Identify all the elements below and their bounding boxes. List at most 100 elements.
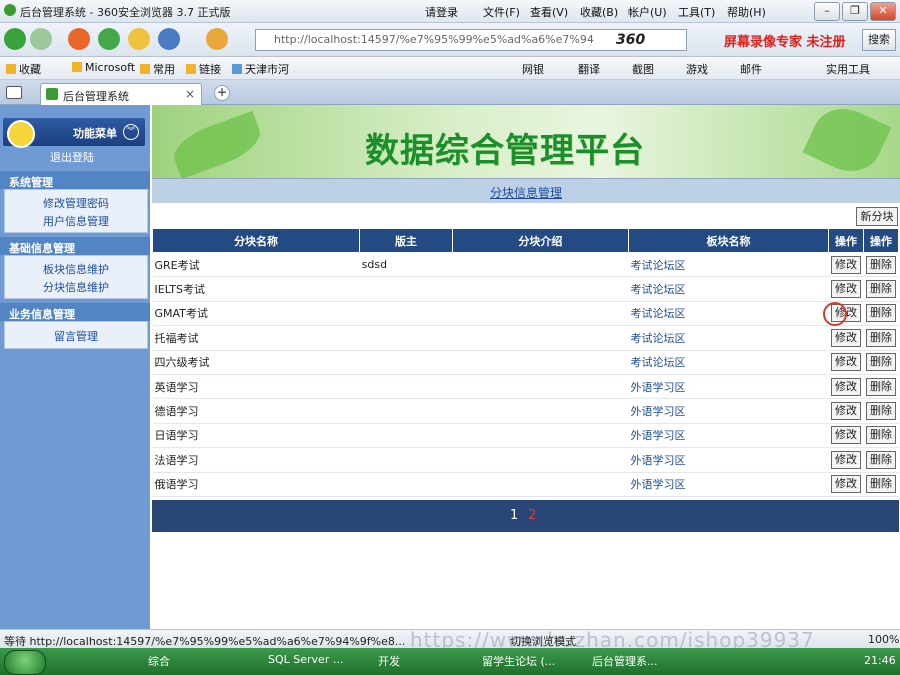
- sidebar: 功能菜单 ︾ 退出登陆 系统管理 修改管理密码 用户信息管理 基础信息管理 板块…: [0, 105, 150, 629]
- edit-button[interactable]: 修改: [831, 426, 862, 445]
- cell-edit: 修改: [828, 447, 864, 473]
- taskbar-item[interactable]: 后台管理系...: [592, 653, 658, 669]
- delete-button[interactable]: 删除: [866, 280, 896, 299]
- tab-admin[interactable]: 后台管理系统 ×: [40, 83, 202, 105]
- edit-button[interactable]: 修改: [831, 475, 862, 494]
- collapse-icon[interactable]: ︾: [123, 124, 139, 140]
- delete-button[interactable]: 删除: [866, 328, 896, 347]
- sidebar-item-section-info[interactable]: 分块信息维护: [5, 279, 147, 295]
- menu-file[interactable]: 文件(F): [483, 4, 520, 20]
- cell-moderator: [359, 398, 453, 424]
- undo-icon[interactable]: [158, 28, 180, 50]
- sidebar-group-title: 基础信息管理: [9, 242, 75, 255]
- favorite-common[interactable]: 常用: [140, 61, 175, 77]
- sidebar-item-change-password[interactable]: 修改管理密码: [5, 195, 147, 211]
- edit-button[interactable]: 修改: [831, 377, 862, 396]
- delete-button[interactable]: 删除: [866, 353, 896, 372]
- section-title-link[interactable]: 分块信息管理: [152, 184, 900, 201]
- zoom-level[interactable]: 100%: [868, 633, 899, 646]
- back-icon[interactable]: [4, 28, 26, 50]
- sidebar-item-board-info[interactable]: 板块信息维护: [5, 261, 147, 277]
- tool-mail[interactable]: 邮件: [740, 61, 762, 77]
- brand-360: 360: [616, 32, 646, 48]
- delete-button[interactable]: 删除: [866, 377, 896, 396]
- edit-button[interactable]: 修改: [831, 255, 862, 274]
- taskbar-item[interactable]: SQL Server ...: [268, 653, 343, 666]
- delete-button[interactable]: 删除: [866, 426, 896, 445]
- menu-view[interactable]: 查看(V): [530, 4, 568, 20]
- paw-icon[interactable]: [206, 28, 228, 50]
- cell-intro: [452, 447, 629, 473]
- taskbar-item[interactable]: 综合: [148, 653, 170, 669]
- maximize-button[interactable]: ❐: [842, 2, 868, 21]
- refresh-icon[interactable]: [98, 28, 120, 50]
- edit-button[interactable]: 修改: [831, 328, 862, 347]
- cell-edit: 修改: [828, 374, 864, 400]
- search-button[interactable]: 搜索: [862, 29, 896, 51]
- delete-button[interactable]: 删除: [866, 304, 896, 323]
- table-row: IELTS考试 考试论坛区 修改 删除: [152, 276, 899, 302]
- cell-moderator: [359, 276, 453, 302]
- delete-button[interactable]: 删除: [866, 450, 896, 469]
- cell-moderator: [359, 301, 453, 327]
- sidebar-group-business[interactable]: 业务信息管理: [0, 303, 150, 321]
- edit-button[interactable]: 修改: [831, 353, 862, 372]
- sidebar-group-system[interactable]: 系统管理: [0, 171, 150, 189]
- sidebar-group-basic[interactable]: 基础信息管理: [0, 237, 150, 255]
- cell-moderator: [359, 325, 453, 351]
- browse-mode-toggle[interactable]: 切换浏览模式: [510, 633, 576, 649]
- tab-close-icon[interactable]: ×: [185, 87, 195, 101]
- taskbar-item[interactable]: 留学生论坛 (...: [482, 653, 555, 669]
- sidebar-toggle-icon[interactable]: [6, 86, 22, 99]
- stop-icon[interactable]: [68, 28, 90, 50]
- cell-name: 俄语学习: [152, 472, 360, 497]
- tab-bar: 后台管理系统 × +: [0, 80, 900, 105]
- cell-board: 考试论坛区: [628, 301, 829, 327]
- tab-label: 后台管理系统: [63, 90, 129, 103]
- cell-edit: 修改: [828, 423, 864, 449]
- cell-name: GMAT考试: [152, 301, 360, 327]
- menu-account[interactable]: 帐户(U): [628, 4, 667, 20]
- close-window-button[interactable]: ✕: [870, 2, 896, 21]
- edit-button[interactable]: 修改: [831, 402, 862, 421]
- taskbar-item[interactable]: 开发: [378, 653, 400, 669]
- cell-moderator: [359, 447, 453, 473]
- new-tab-icon[interactable]: +: [214, 85, 230, 101]
- page-next-link[interactable]: 2: [528, 508, 536, 523]
- logout-link[interactable]: 退出登陆: [50, 149, 94, 165]
- table-row: 四六级考试 考试论坛区 修改 删除: [152, 350, 899, 375]
- delete-button[interactable]: 删除: [866, 255, 896, 274]
- delete-button[interactable]: 删除: [866, 402, 896, 421]
- sidebar-item-user-info[interactable]: 用户信息管理: [5, 213, 147, 229]
- favorites-menu[interactable]: 收藏: [6, 61, 41, 77]
- cell-delete: 删除: [863, 447, 899, 473]
- login-link[interactable]: 请登录: [425, 4, 458, 20]
- cell-delete: 删除: [863, 398, 899, 424]
- tool-bank[interactable]: 网银: [522, 61, 544, 77]
- forward-icon[interactable]: [30, 28, 52, 50]
- favorite-microsoft[interactable]: Microsoft: [72, 61, 135, 74]
- delete-button[interactable]: 删除: [866, 475, 896, 494]
- address-bar[interactable]: http://localhost:14597/%e7%95%99%e5%ad%a…: [255, 29, 687, 51]
- sidebar-title: 功能菜单: [73, 127, 117, 140]
- menu-help[interactable]: 帮助(H): [727, 4, 766, 20]
- banner: 数据综合管理平台: [152, 105, 900, 178]
- menu-tools[interactable]: 工具(T): [678, 4, 715, 20]
- favorite-tianjin[interactable]: 天津市河: [232, 61, 289, 77]
- start-button[interactable]: [4, 650, 46, 675]
- cell-delete: 删除: [863, 472, 899, 497]
- sidebar-item-messages[interactable]: 留言管理: [5, 328, 147, 344]
- minimize-button[interactable]: –: [814, 2, 840, 21]
- new-section-button[interactable]: 新分块: [856, 207, 898, 226]
- home-icon[interactable]: [128, 28, 150, 50]
- edit-button[interactable]: 修改: [831, 280, 862, 299]
- tool-screenshot[interactable]: 截图: [632, 61, 654, 77]
- favorite-links[interactable]: 链接: [186, 61, 221, 77]
- tool-utilities[interactable]: 实用工具: [826, 61, 870, 77]
- col-board-header: 板块名称: [627, 228, 830, 253]
- menu-favorites[interactable]: 收藏(B): [580, 4, 618, 20]
- tool-games[interactable]: 游戏: [686, 61, 708, 77]
- window-title: 后台管理系统 - 360安全浏览器 3.7 正式版: [20, 6, 231, 19]
- tool-translate[interactable]: 翻译: [578, 61, 600, 77]
- edit-button[interactable]: 修改: [831, 450, 862, 469]
